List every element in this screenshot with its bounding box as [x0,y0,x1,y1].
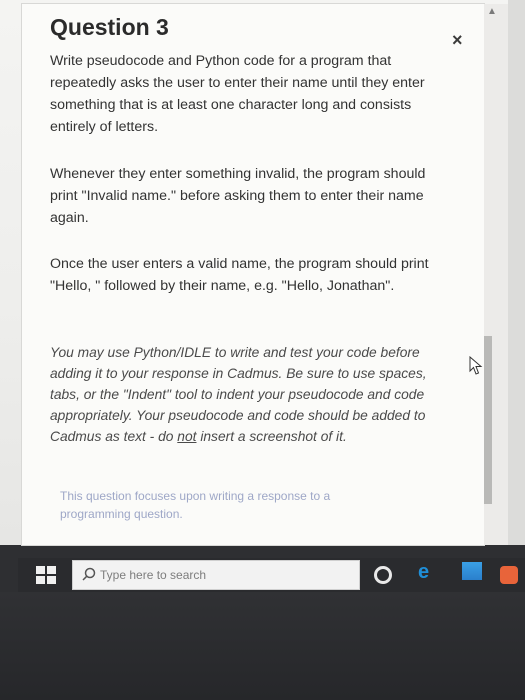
paragraph-4-emphasis: not [177,429,197,444]
close-icon[interactable]: × [452,30,463,51]
question-title: Question 3 [50,14,169,40]
scrollbar-thumb[interactable] [484,336,492,504]
windows-start-icon[interactable] [36,566,56,584]
screen-edge [508,0,525,545]
paragraph-4-text-end: insert a screenshot of it. [196,429,347,444]
store-icon[interactable] [462,562,482,580]
question-paragraph-2: Whenever they enter something invalid, t… [50,166,426,226]
question-paragraph-1: Write pseudocode and Python code for a p… [50,53,425,135]
edge-icon[interactable]: e [418,561,429,584]
laptop-body [0,592,525,700]
search-placeholder: Type here to search [100,568,207,582]
cortana-icon[interactable] [374,566,392,584]
scroll-up-icon[interactable]: ▲ [487,6,497,17]
mouse-cursor-icon [469,356,483,375]
question-paragraph-3: Once the user enters a valid name, the p… [50,256,429,294]
app-icon[interactable] [500,566,518,584]
question-note: This question focuses upon writing a res… [60,489,331,521]
search-icon [82,567,96,581]
question-paragraph-4: You may use Python/IDLE to write and tes… [50,342,430,447]
